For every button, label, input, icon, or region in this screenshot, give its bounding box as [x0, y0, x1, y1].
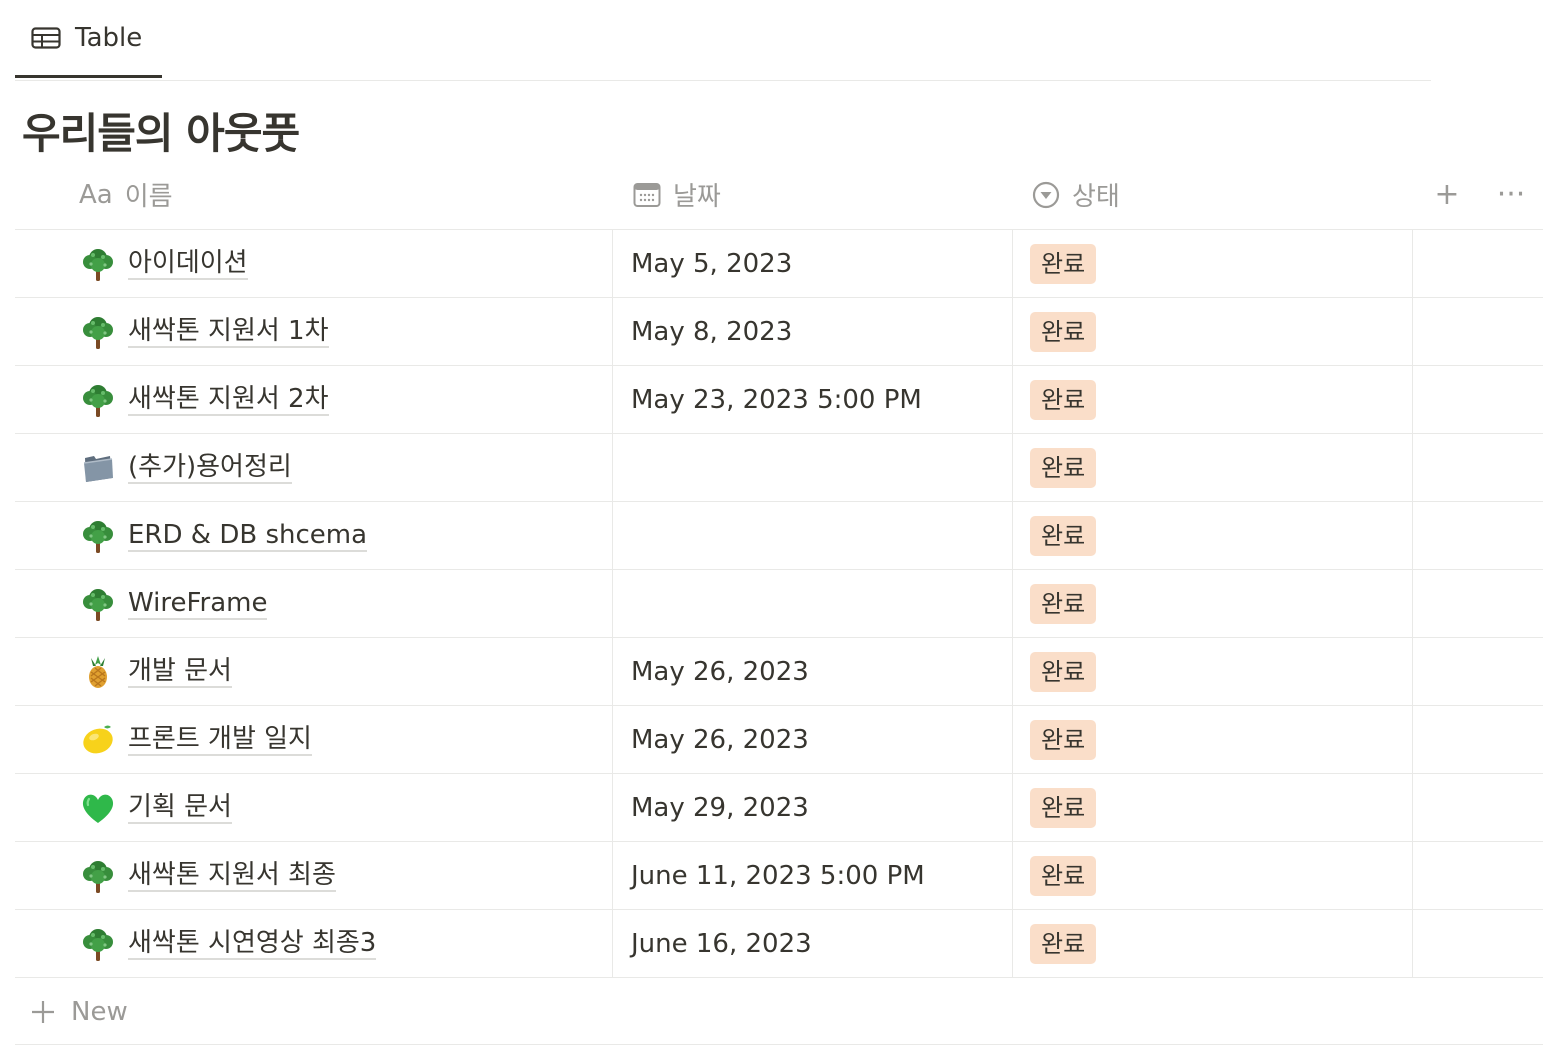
- date-cell[interactable]: [613, 570, 1013, 637]
- tree-icon: [80, 858, 116, 894]
- status-cell[interactable]: 완료: [1013, 298, 1413, 365]
- row-title[interactable]: 새싹톤 지원서 2차: [128, 384, 329, 416]
- status-badge: 완료: [1030, 855, 1097, 896]
- tree-icon: [80, 518, 116, 554]
- table-row[interactable]: 개발 문서 May 26, 2023 완료: [15, 638, 1543, 706]
- row-title[interactable]: 개발 문서: [128, 656, 232, 688]
- status-cell[interactable]: 완료: [1013, 502, 1413, 569]
- date-cell[interactable]: May 23, 2023 5:00 PM: [613, 366, 1013, 433]
- status-cell[interactable]: 완료: [1013, 638, 1413, 705]
- row-title[interactable]: 새싹톤 지원서 최종: [128, 860, 336, 892]
- table-row[interactable]: 새싹톤 지원서 2차 May 23, 2023 5:00 PM 완료: [15, 366, 1543, 434]
- status-cell[interactable]: 완료: [1013, 706, 1413, 773]
- name-cell[interactable]: (추가)용어정리: [15, 434, 613, 501]
- status-cell[interactable]: 완료: [1013, 434, 1413, 501]
- status-cell[interactable]: 완료: [1013, 230, 1413, 297]
- date-cell[interactable]: May 8, 2023: [613, 298, 1013, 365]
- status-cell[interactable]: 완료: [1013, 774, 1413, 841]
- row-title[interactable]: 프론트 개발 일지: [128, 724, 312, 756]
- tree-icon: [80, 314, 116, 350]
- column-header-status[interactable]: 상태: [1032, 160, 1120, 229]
- status-badge: 완료: [1030, 515, 1097, 556]
- green-heart-icon: [80, 790, 116, 826]
- calendar-icon: [633, 182, 661, 208]
- name-cell[interactable]: 새싹톤 지원서 2차: [15, 366, 613, 433]
- tree-icon: [80, 926, 116, 962]
- name-cell[interactable]: 개발 문서: [15, 638, 613, 705]
- date-cell[interactable]: May 26, 2023: [613, 706, 1013, 773]
- table-row[interactable]: 프론트 개발 일지 May 26, 2023 완료: [15, 706, 1543, 774]
- table-row[interactable]: 새싹톤 지원서 1차 May 8, 2023 완료: [15, 298, 1543, 366]
- status-badge: 완료: [1030, 787, 1097, 828]
- table-row[interactable]: 새싹톤 지원서 최종 June 11, 2023 5:00 PM 완료: [15, 842, 1543, 910]
- tree-icon: [80, 246, 116, 282]
- more-options-button[interactable]: ···: [1491, 160, 1531, 229]
- row-title[interactable]: ERD & DB shcema: [128, 520, 368, 552]
- name-cell[interactable]: ERD & DB shcema: [15, 502, 613, 569]
- name-cell[interactable]: 아이데이션: [15, 230, 613, 297]
- status-badge: 완료: [1030, 583, 1097, 624]
- row-title[interactable]: 새싹톤 시연영상 최종3: [128, 928, 377, 960]
- name-cell[interactable]: 프론트 개발 일지: [15, 706, 613, 773]
- date-cell[interactable]: [613, 434, 1013, 501]
- folder-icon: [80, 450, 116, 486]
- new-row-button[interactable]: New: [15, 980, 1543, 1045]
- view-tab-table[interactable]: Table: [15, 0, 162, 78]
- table-row[interactable]: 기획 문서 May 29, 2023 완료: [15, 774, 1543, 842]
- date-cell[interactable]: June 11, 2023 5:00 PM: [613, 842, 1013, 909]
- name-cell[interactable]: WireFrame: [15, 570, 613, 637]
- name-cell[interactable]: 새싹톤 지원서 1차: [15, 298, 613, 365]
- column-header-date[interactable]: 날짜: [633, 160, 721, 229]
- text-property-icon: Aa: [79, 179, 113, 210]
- table-row[interactable]: 아이데이션 May 5, 2023 완료: [15, 230, 1543, 298]
- row-title[interactable]: WireFrame: [128, 588, 268, 620]
- status-badge: 완료: [1030, 243, 1097, 284]
- name-cell[interactable]: 기획 문서: [15, 774, 613, 841]
- table-icon: [31, 26, 61, 49]
- view-tab-label: Table: [75, 22, 143, 53]
- pineapple-icon: [80, 654, 116, 690]
- status-badge: 완료: [1030, 651, 1097, 692]
- status-cell[interactable]: 완료: [1013, 570, 1413, 637]
- page-title[interactable]: 우리들의 아웃풋: [22, 100, 300, 161]
- tree-icon: [80, 586, 116, 622]
- status-cell[interactable]: 완료: [1013, 842, 1413, 909]
- table-body: 아이데이션 May 5, 2023 완료 새싹톤 지원서 1차 May 8, 2…: [15, 230, 1543, 978]
- row-title[interactable]: 기획 문서: [128, 792, 232, 824]
- status-badge: 완료: [1030, 379, 1097, 420]
- column-header-label: 이름: [124, 182, 173, 212]
- table-header: Aa 이름 날짜 상태 + ···: [15, 160, 1543, 230]
- table-row[interactable]: ERD & DB shcema 완료: [15, 502, 1543, 570]
- column-header-name[interactable]: Aa 이름: [79, 160, 173, 229]
- date-cell[interactable]: May 29, 2023: [613, 774, 1013, 841]
- status-badge: 완료: [1030, 923, 1097, 964]
- date-cell[interactable]: [613, 502, 1013, 569]
- date-cell[interactable]: June 16, 2023: [613, 910, 1013, 977]
- status-badge: 완료: [1030, 447, 1097, 488]
- status-badge: 완료: [1030, 311, 1097, 352]
- name-cell[interactable]: 새싹톤 지원서 최종: [15, 842, 613, 909]
- table-row[interactable]: WireFrame 완료: [15, 570, 1543, 638]
- new-row-label: New: [71, 997, 128, 1027]
- status-cell[interactable]: 완료: [1013, 910, 1413, 977]
- add-property-button[interactable]: +: [1427, 160, 1467, 229]
- column-header-label: 날짜: [673, 182, 721, 212]
- table-row[interactable]: (추가)용어정리 완료: [15, 434, 1543, 502]
- name-cell[interactable]: 새싹톤 시연영상 최종3: [15, 910, 613, 977]
- status-icon: [1032, 181, 1060, 209]
- row-title[interactable]: (추가)용어정리: [128, 452, 292, 484]
- row-title[interactable]: 아이데이션: [128, 248, 248, 280]
- status-badge: 완료: [1030, 719, 1097, 760]
- table-row[interactable]: 새싹톤 시연영상 최종3 June 16, 2023 완료: [15, 910, 1543, 978]
- plus-icon: [29, 998, 57, 1026]
- status-cell[interactable]: 완료: [1013, 366, 1413, 433]
- date-cell[interactable]: May 5, 2023: [613, 230, 1013, 297]
- view-tab-bar: Table: [15, 0, 1431, 81]
- row-title[interactable]: 새싹톤 지원서 1차: [128, 316, 329, 348]
- tree-icon: [80, 382, 116, 418]
- lemon-icon: [80, 722, 116, 758]
- column-header-label: 상태: [1072, 182, 1120, 212]
- date-cell[interactable]: May 26, 2023: [613, 638, 1013, 705]
